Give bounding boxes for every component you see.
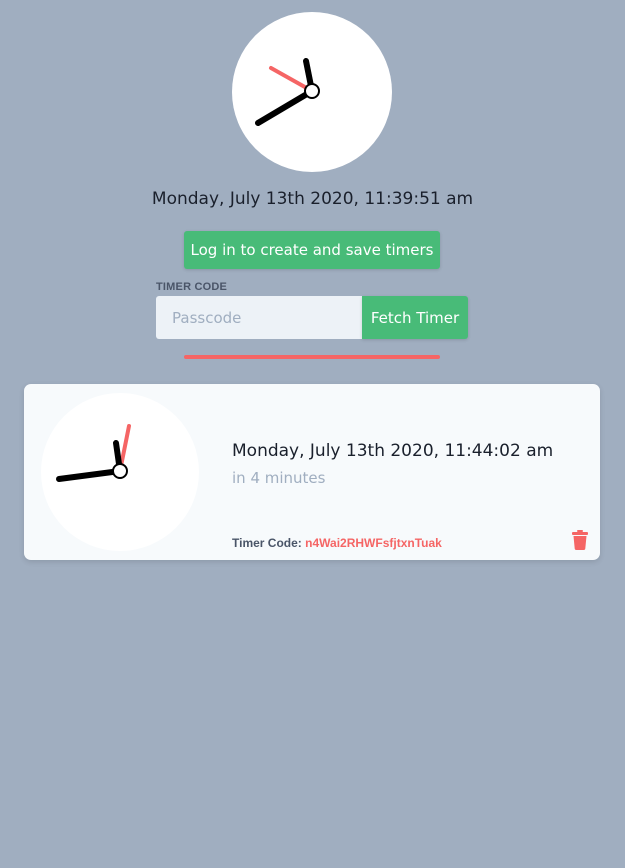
timer-relative-time: in 4 minutes [232,469,326,487]
timer-code-value: n4Wai2RHWFsfjtxnTuak [305,536,442,550]
clock-pivot [304,83,320,99]
fetch-timer-button[interactable]: Fetch Timer [362,296,468,339]
timer-datetime: Monday, July 13th 2020, 11:44:02 am [232,441,554,461]
passcode-input[interactable] [156,296,362,339]
timer-code-label: TIMER CODE [156,281,228,293]
clock-pivot [112,463,128,479]
divider [184,355,440,359]
timer-code-row: Timer Code: n4Wai2RHWFsfjtxnTuak [232,536,442,550]
login-button[interactable]: Log in to create and save timers [184,231,440,269]
main-clock [232,12,392,172]
timer-code-caption: Timer Code: [232,536,302,550]
trash-icon[interactable] [572,530,588,550]
timer-card: Monday, July 13th 2020, 11:44:02 am in 4… [24,384,600,560]
timer-clock [41,393,199,551]
current-datetime: Monday, July 13th 2020, 11:39:51 am [151,189,474,209]
